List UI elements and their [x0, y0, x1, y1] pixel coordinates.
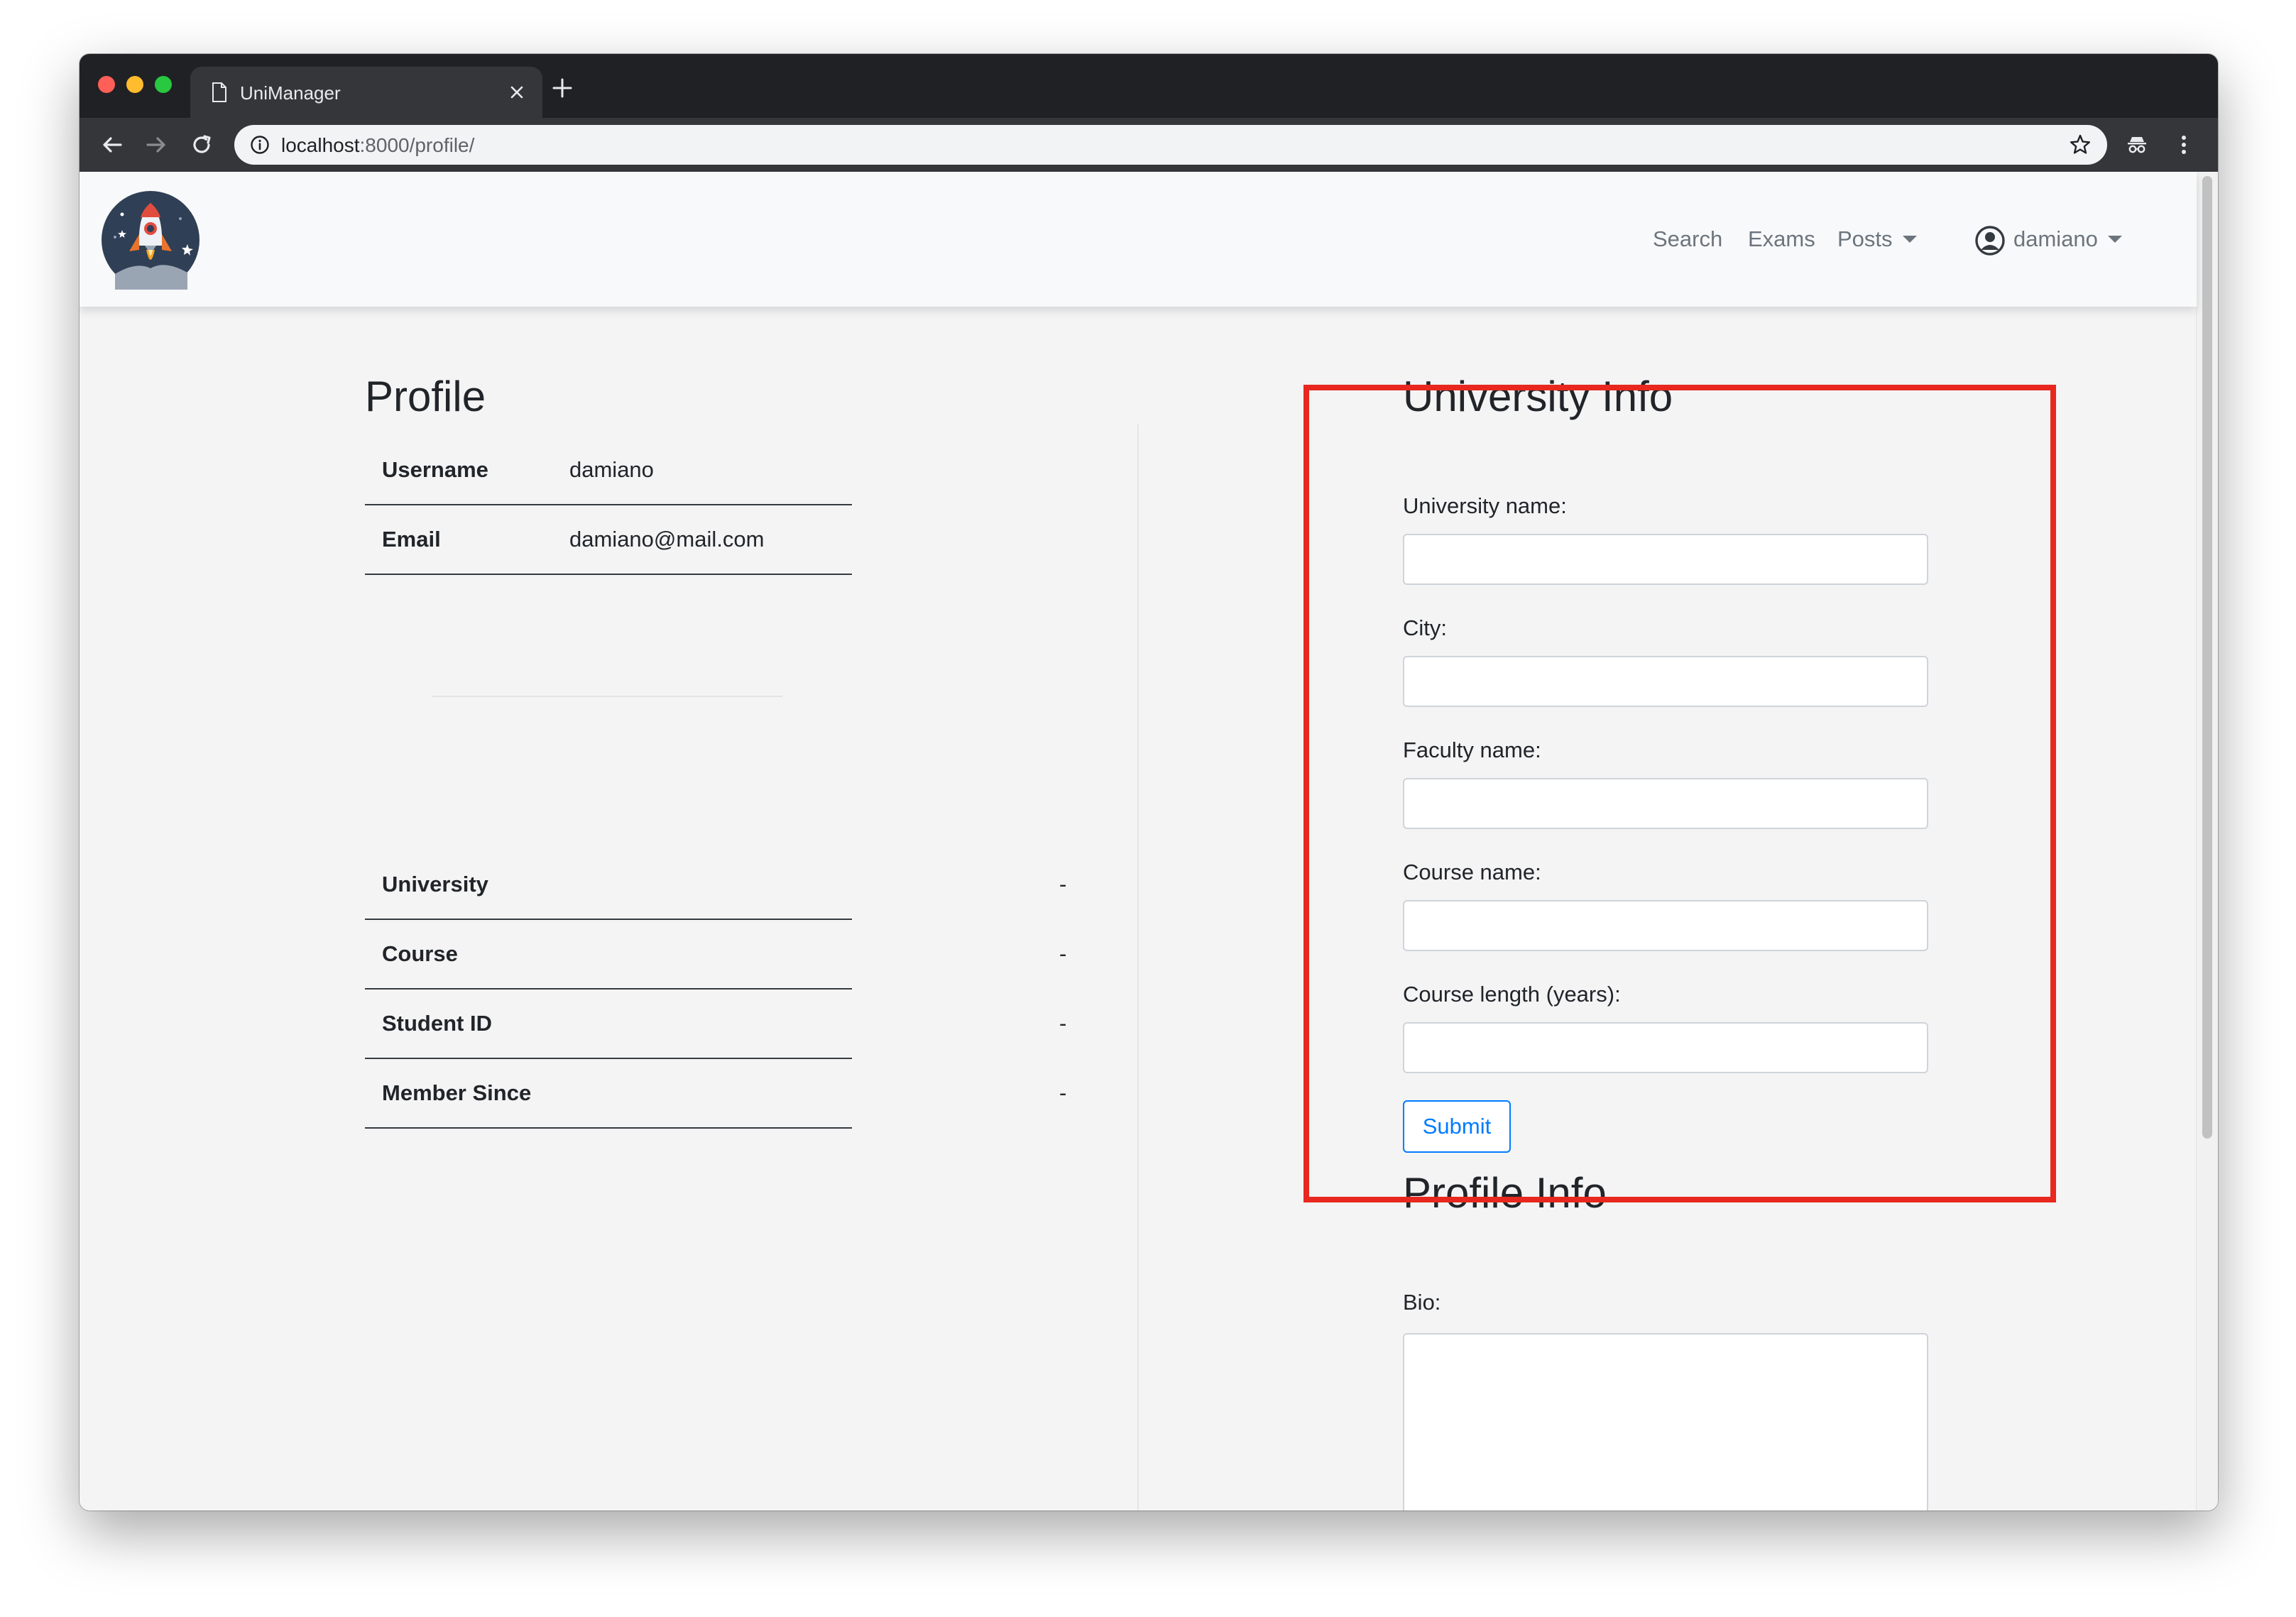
bio-label: Bio: [1403, 1290, 1441, 1315]
reload-icon[interactable] [187, 131, 216, 159]
url-host: localhost [281, 134, 360, 156]
row-label: Email [382, 527, 441, 552]
profile-row-university: University - [365, 850, 1066, 920]
user-menu-label: damiano [2013, 226, 2098, 251]
site-info-icon[interactable] [250, 135, 270, 155]
site-navbar: Search Exams Posts damiano [80, 172, 2197, 307]
row-value: - [1059, 1080, 1067, 1105]
incognito-icon[interactable] [2123, 131, 2151, 159]
profile-title: Profile [365, 373, 486, 420]
rocket-logo-icon[interactable] [101, 190, 200, 290]
scrollbar-thumb[interactable] [2202, 176, 2212, 1139]
browser-tab-active[interactable]: UniManager [190, 67, 542, 118]
section-divider [432, 696, 782, 697]
chevron-down-icon [2107, 235, 2122, 243]
user-avatar-icon[interactable] [1975, 226, 2005, 256]
url-path: :8000/profile/ [359, 134, 475, 156]
page-scrollbar[interactable] [2196, 172, 2218, 1511]
row-value: damiano@mail.com [569, 527, 765, 552]
nav-link-exams[interactable]: Exams [1748, 226, 1815, 253]
profile-row-member-since: Member Since - [365, 1059, 1066, 1129]
user-menu-dropdown[interactable]: damiano [2013, 226, 2122, 253]
tab-title: UniManager [240, 82, 341, 104]
column-divider [1137, 424, 1139, 1511]
bio-textarea[interactable] [1403, 1333, 1928, 1511]
browser-toolbar: localhost:8000/profile/ [80, 118, 2218, 172]
minimize-window-button[interactable] [126, 76, 143, 93]
close-window-button[interactable] [98, 76, 115, 93]
profile-row-course: Course - [365, 920, 1066, 990]
forward-arrow-icon[interactable] [142, 131, 170, 159]
bookmark-star-icon[interactable] [2069, 133, 2092, 156]
nav-posts-label: Posts [1837, 226, 1893, 251]
profile-row-email: Email damiano@mail.com [365, 505, 852, 575]
row-value: - [1059, 1011, 1067, 1036]
highlight-annotation-box [1303, 385, 2056, 1202]
tab-close-icon[interactable] [507, 82, 527, 102]
page-icon [212, 82, 226, 102]
profile-row-student-id: Student ID - [365, 990, 1066, 1059]
page-viewport: Search Exams Posts damiano Profile Usern… [80, 172, 2218, 1511]
address-bar[interactable]: localhost:8000/profile/ [234, 125, 2107, 165]
row-label: Course [382, 941, 458, 966]
profile-row-username: Username damiano [365, 436, 852, 505]
nav-dropdown-posts[interactable]: Posts [1837, 226, 1917, 253]
url-text: localhost:8000/profile/ [281, 134, 474, 157]
browser-titlebar: UniManager [80, 54, 2218, 118]
row-label: University [382, 872, 488, 897]
row-label: Member Since [382, 1080, 532, 1105]
row-value: damiano [569, 457, 654, 482]
row-value: - [1059, 872, 1067, 897]
row-label: Student ID [382, 1011, 492, 1036]
row-value: - [1059, 941, 1067, 966]
browser-window: UniManager localhost:8000/profile/ Searc… [80, 54, 2218, 1511]
back-arrow-icon[interactable] [98, 131, 126, 159]
row-label: Username [382, 457, 488, 482]
nav-link-search[interactable]: Search [1653, 226, 1722, 253]
maximize-window-button[interactable] [155, 76, 172, 93]
menu-kebab-icon[interactable] [2170, 131, 2198, 159]
new-tab-icon[interactable] [551, 77, 574, 99]
chevron-down-icon [1902, 235, 1917, 243]
